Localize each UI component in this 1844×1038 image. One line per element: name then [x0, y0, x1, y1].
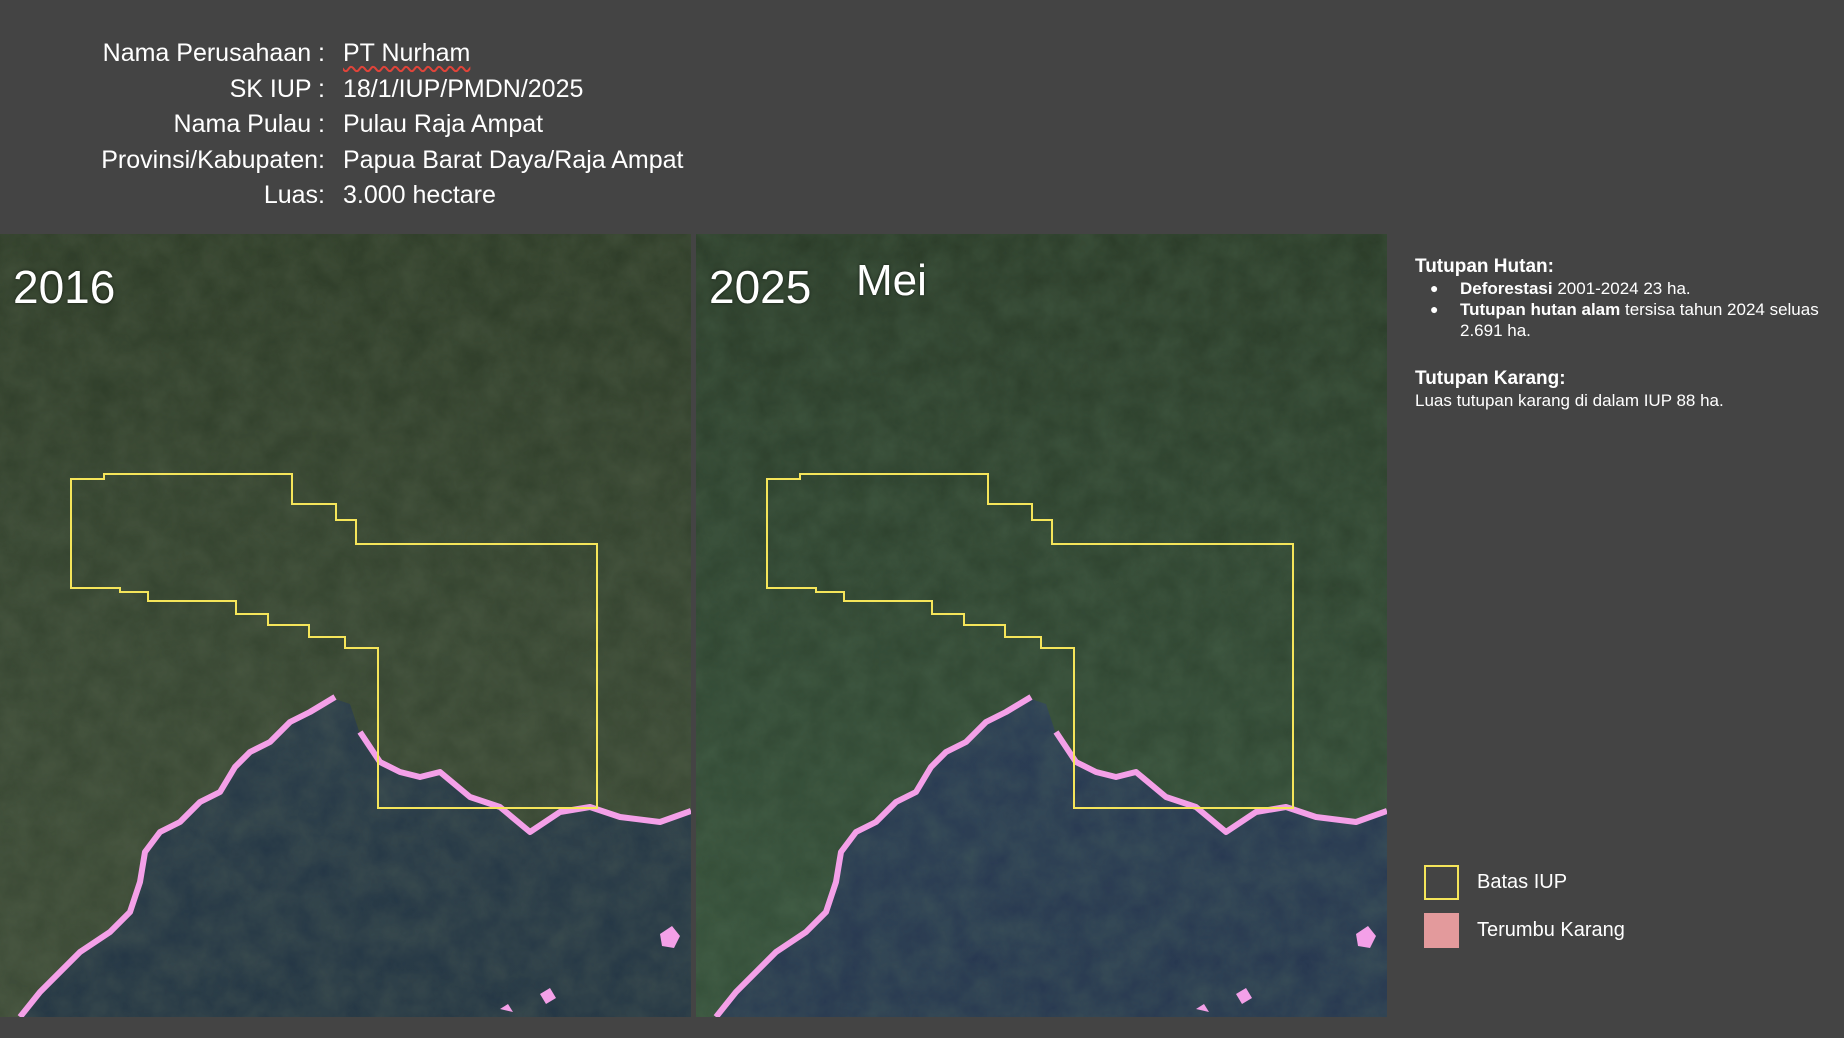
sk-iup-value: 18/1/IUP/PMDN/2025 — [343, 74, 584, 103]
map-image-2016 — [0, 234, 691, 1017]
company-name: PT Nurham — [343, 39, 471, 68]
map-image-2025 — [696, 234, 1387, 1017]
iup-swatch — [1424, 864, 1459, 900]
info-block: Nama Perusahaan : PT Nurham SK IUP : 18/… — [0, 36, 683, 214]
info-label: Luas: — [263, 181, 325, 210]
info-row-sk-iup: SK IUP : 18/1/IUP/PMDN/2025 — [0, 72, 683, 108]
bullet: ● — [1430, 280, 1439, 296]
list-item: ● Deforestasi 2001-2024 23 ha. — [1415, 278, 1835, 299]
map-year-label: 2016 — [13, 261, 116, 313]
terrain-texture — [0, 234, 691, 1017]
legend-item-iup: Batas IUP — [1424, 864, 1625, 900]
area-value: 3.000 hectare — [343, 181, 496, 210]
info-row-company: Nama Perusahaan : PT Nurham — [0, 36, 683, 72]
list-item: ● Tutupan hutan alam tersisa tahun 2024 … — [1415, 299, 1835, 341]
item-bold: Deforestasi — [1460, 279, 1553, 298]
forest-list: ● Deforestasi 2001-2024 23 ha. ● Tutupan… — [1415, 278, 1835, 341]
coral-swatch — [1424, 912, 1459, 948]
info-row-area: Luas: 3.000 hectare — [0, 178, 683, 214]
map-year-label: 2025 — [709, 261, 812, 313]
province-value: Papua Barat Daya/Raja Ampat — [343, 145, 684, 174]
legend-label: Terumbu Karang — [1477, 918, 1625, 941]
bullet: ● — [1430, 301, 1439, 317]
info-label: Provinsi/Kabupaten: — [101, 145, 325, 174]
legend-item-coral: Terumbu Karang — [1424, 912, 1625, 948]
info-row-island: Nama Pulau : Pulau Raja Ampat — [0, 107, 683, 143]
coral-section: Tutupan Karang: Luas tutupan karang di d… — [1415, 368, 1835, 411]
item-text: 2001-2024 23 ha. — [1552, 279, 1691, 298]
satellite-map-2016: 2016 — [0, 234, 691, 1017]
map-legend: Batas IUP Terumbu Karang — [1424, 864, 1625, 960]
info-label: Nama Perusahaan : — [102, 39, 325, 68]
coral-text: Luas tutupan karang di dalam IUP 88 ha. — [1415, 391, 1724, 410]
terrain-texture — [696, 234, 1387, 1017]
coral-heading: Tutupan Karang: — [1415, 368, 1566, 389]
satellite-map-2025: 2025 Mei — [696, 234, 1387, 1017]
info-label: Nama Pulau : — [173, 110, 325, 139]
info-row-province: Provinsi/Kabupaten: Papua Barat Daya/Raj… — [0, 143, 683, 179]
forest-heading: Tutupan Hutan: — [1415, 256, 1554, 277]
item-bold: Tutupan hutan alam — [1460, 300, 1621, 319]
map-month-label: Mei — [856, 256, 927, 305]
side-notes: Tutupan Hutan: ● Deforestasi 2001-2024 2… — [1415, 256, 1835, 411]
info-label: SK IUP : — [229, 74, 325, 103]
island-value: Pulau Raja Ampat — [343, 110, 544, 139]
legend-label: Batas IUP — [1477, 870, 1568, 893]
